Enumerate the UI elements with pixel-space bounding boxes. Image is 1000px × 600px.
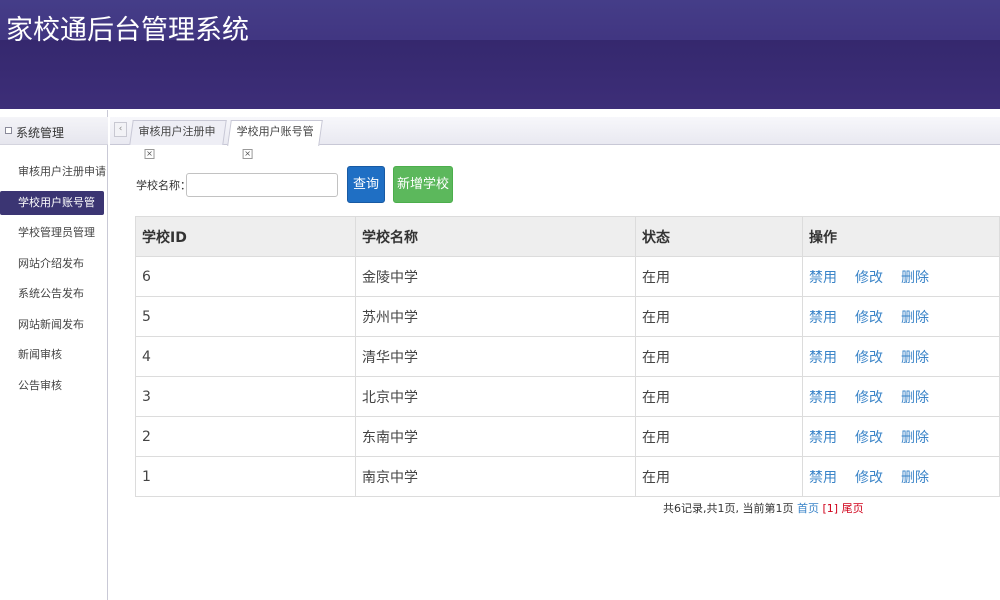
- cell-school-name: 东南中学: [355, 416, 636, 457]
- cell-school-name: 金陵中学: [355, 256, 636, 297]
- sidebar-item[interactable]: 网站介绍发布: [0, 252, 108, 276]
- sidebar-item[interactable]: 系统公告发布: [0, 282, 108, 306]
- delete-link[interactable]: 删除: [901, 310, 929, 326]
- close-icon[interactable]: ×: [242, 149, 253, 159]
- search-label: 学校名称：: [136, 179, 191, 192]
- add-school-button[interactable]: 新增学校: [393, 166, 453, 203]
- edit-link[interactable]: 修改: [855, 350, 883, 366]
- col-school-name: 学校名称: [355, 216, 636, 257]
- school-name-input[interactable]: [186, 173, 338, 197]
- cell-school-id: 1: [135, 456, 356, 497]
- table-row: 3 北京中学 在用 禁用 修改 删除: [135, 376, 1000, 417]
- sidebar-item[interactable]: 公告审核: [0, 374, 108, 398]
- tab-scroll-left-button[interactable]: ‹: [114, 122, 127, 137]
- edit-link[interactable]: 修改: [855, 390, 883, 406]
- disable-link[interactable]: 禁用: [809, 270, 837, 286]
- table-row: 2 东南中学 在用 禁用 修改 删除: [135, 416, 1000, 457]
- table-row: 6 金陵中学 在用 禁用 修改 删除: [135, 256, 1000, 297]
- tab-label: 审核用户注册申: [138, 125, 216, 138]
- tab-label: 学校用户账号管: [236, 125, 314, 138]
- cell-school-name: 南京中学: [355, 456, 636, 497]
- tab-audit-registration[interactable]: 审核用户注册申 ×: [129, 120, 227, 159]
- app-title: 家校通后台管理系统: [6, 15, 249, 46]
- cell-school-id: 2: [135, 416, 356, 457]
- cell-school-id: 3: [135, 376, 356, 417]
- table-row: 4 清华中学 在用 禁用 修改 删除: [135, 336, 1000, 377]
- disable-link[interactable]: 禁用: [809, 310, 837, 326]
- cell-status: 在用: [635, 456, 803, 497]
- cell-status: 在用: [635, 376, 803, 417]
- pager-first-link[interactable]: 首页: [797, 502, 819, 515]
- cell-actions: 禁用 修改 删除: [802, 376, 1000, 417]
- query-button[interactable]: 查询: [347, 166, 385, 203]
- header-bottom-band: [0, 40, 1000, 109]
- cell-actions: 禁用 修改 删除: [802, 296, 1000, 337]
- cell-actions: 禁用 修改 删除: [802, 336, 1000, 377]
- sidebar-item[interactable]: 审核用户注册申请: [0, 160, 108, 184]
- cell-status: 在用: [635, 416, 803, 457]
- edit-link[interactable]: 修改: [855, 310, 883, 326]
- sidebar-section-header[interactable]: 系统管理: [0, 117, 108, 145]
- sidebar-item[interactable]: 网站新闻发布: [0, 313, 108, 337]
- table-row: 1 南京中学 在用 禁用 修改 删除: [135, 456, 1000, 497]
- collapse-icon[interactable]: [5, 127, 12, 134]
- cell-school-name: 北京中学: [355, 376, 636, 417]
- delete-link[interactable]: 删除: [901, 430, 929, 446]
- delete-link[interactable]: 删除: [901, 350, 929, 366]
- cell-actions: 禁用 修改 删除: [802, 416, 1000, 457]
- sidebar-item[interactable]: 学校用户账号管理: [0, 190, 104, 233]
- pager-last-link[interactable]: 尾页: [842, 502, 864, 515]
- edit-link[interactable]: 修改: [855, 270, 883, 286]
- table-row: 5 苏州中学 在用 禁用 修改 删除: [135, 296, 1000, 337]
- cell-status: 在用: [635, 296, 803, 337]
- app-header: 家校通后台管理系统: [0, 0, 1000, 109]
- cell-actions: 禁用 修改 删除: [802, 456, 1000, 497]
- cell-status: 在用: [635, 256, 803, 297]
- cell-actions: 禁用 修改 删除: [802, 256, 1000, 297]
- sidebar-item[interactable]: 学校管理员管理: [0, 221, 108, 245]
- table-header-row: 学校ID 学校名称 状态 操作: [135, 216, 1000, 257]
- close-icon[interactable]: ×: [144, 149, 155, 159]
- edit-link[interactable]: 修改: [855, 430, 883, 446]
- pager-summary: 共6记录,共1页, 当前第1页: [663, 502, 794, 515]
- sidebar-item[interactable]: 新闻审核: [0, 343, 108, 367]
- col-school-id: 学校ID: [135, 216, 356, 257]
- disable-link[interactable]: 禁用: [809, 390, 837, 406]
- tab-school-accounts[interactable]: 学校用户账号管 ×: [227, 120, 323, 159]
- delete-link[interactable]: 删除: [901, 390, 929, 406]
- school-table: 学校ID 学校名称 状态 操作 6 金陵中学 在用 禁用 修改 删除 5 苏州中学 在用 禁用 修改…: [135, 216, 1000, 497]
- disable-link[interactable]: 禁用: [809, 430, 837, 446]
- sidebar-section-title: 系统管理: [16, 126, 65, 140]
- pager-current-page[interactable]: [1]: [823, 502, 839, 515]
- cell-school-id: 4: [135, 336, 356, 377]
- cell-school-name: 清华中学: [355, 336, 636, 377]
- cell-school-id: 5: [135, 296, 356, 337]
- cell-status: 在用: [635, 336, 803, 377]
- disable-link[interactable]: 禁用: [809, 470, 837, 486]
- cell-school-id: 6: [135, 256, 356, 297]
- col-actions: 操作: [802, 216, 1000, 257]
- col-status: 状态: [635, 216, 803, 257]
- disable-link[interactable]: 禁用: [809, 350, 837, 366]
- delete-link[interactable]: 删除: [901, 270, 929, 286]
- pagination: 共6记录,共1页, 当前第1页 首页 [1] 尾页: [663, 500, 864, 516]
- edit-link[interactable]: 修改: [855, 470, 883, 486]
- delete-link[interactable]: 删除: [901, 470, 929, 486]
- cell-school-name: 苏州中学: [355, 296, 636, 337]
